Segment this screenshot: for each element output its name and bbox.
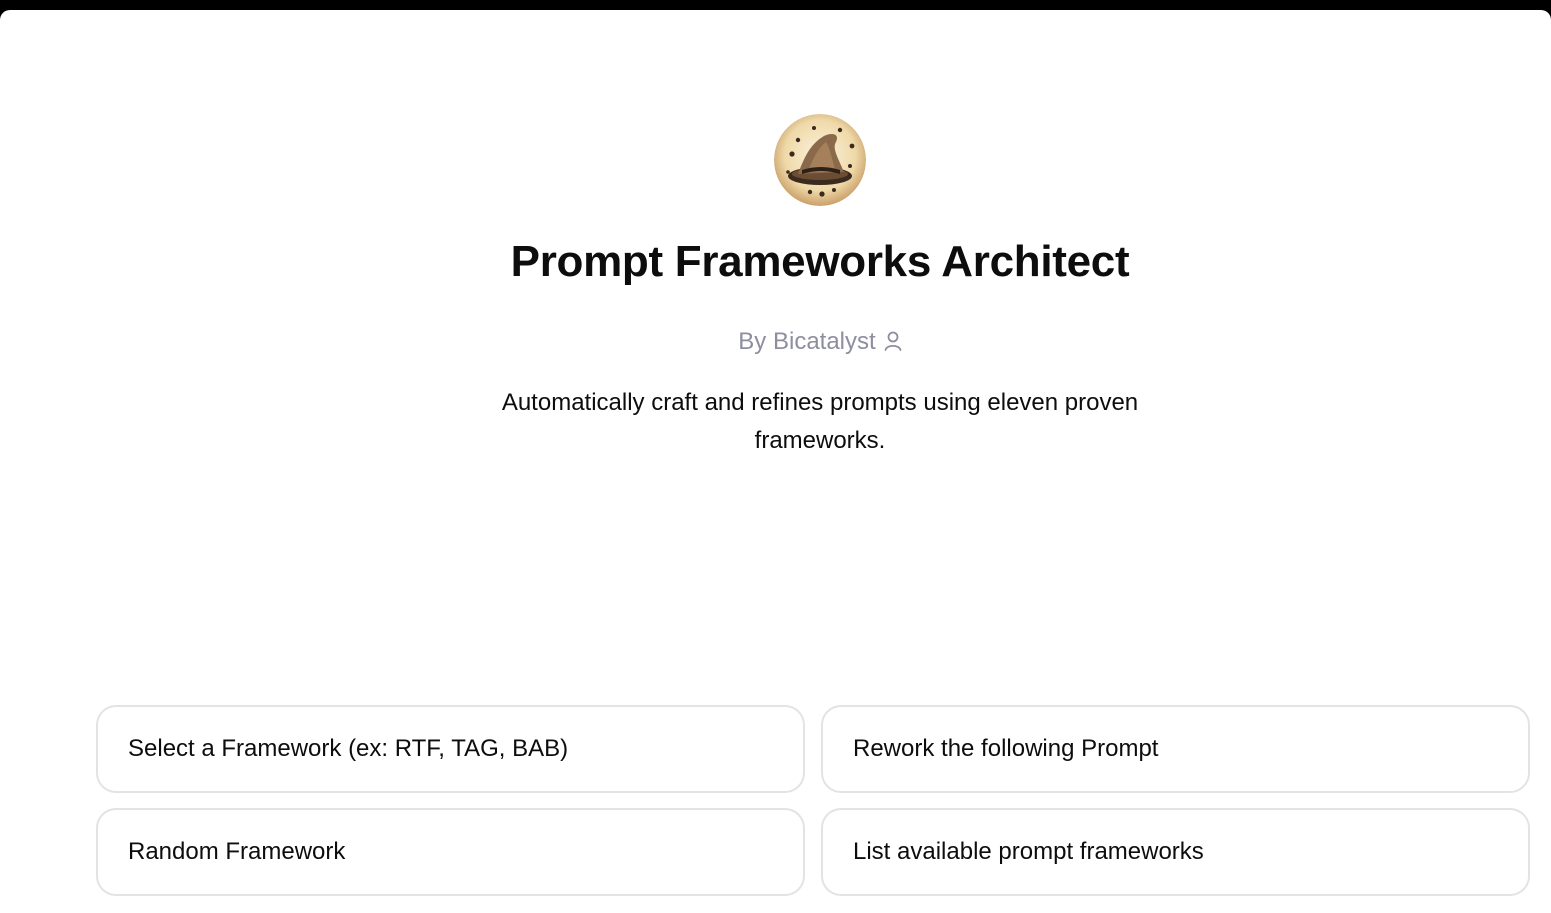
user-icon (884, 328, 902, 360)
starter-rework-prompt[interactable]: Rework the following Prompt (821, 705, 1530, 793)
author-label: By Bicatalyst (738, 328, 876, 355)
wizard-hat-icon (774, 114, 866, 206)
gpt-welcome-screen: Prompt Frameworks Architect By Bicatalys… (0, 10, 1551, 913)
starter-random-framework[interactable]: Random Framework (96, 808, 805, 896)
starter-label: Rework the following Prompt (853, 735, 1159, 762)
starter-label: Random Framework (128, 838, 346, 865)
gpt-title: Prompt Frameworks Architect (510, 237, 1130, 286)
starter-label: List available prompt frameworks (853, 838, 1204, 865)
starter-list-frameworks[interactable]: List available prompt frameworks (821, 808, 1530, 896)
starter-select-framework[interactable]: Select a Framework (ex: RTF, TAG, BAB) (96, 705, 805, 793)
gpt-author: By Bicatalyst (0, 326, 1551, 360)
starter-label: Select a Framework (ex: RTF, TAG, BAB) (128, 735, 569, 762)
gpt-description: Automatically craft and refines prompts … (501, 389, 1139, 454)
